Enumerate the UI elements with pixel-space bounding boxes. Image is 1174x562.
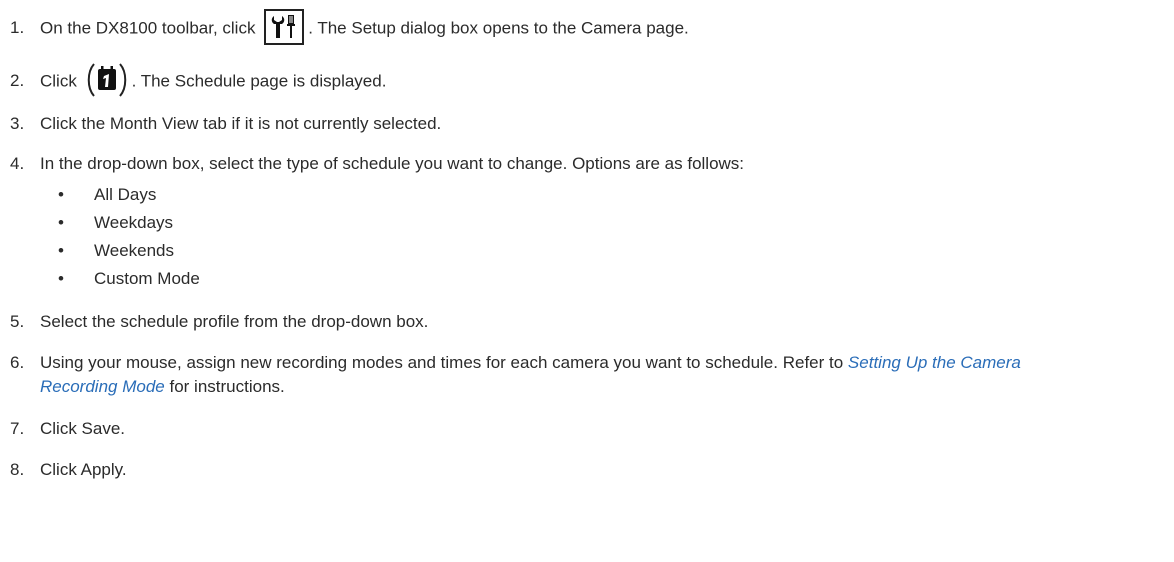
step-number: 4. <box>10 154 25 173</box>
bullet-icon: • <box>58 241 64 260</box>
step-number: 3. <box>10 114 25 133</box>
step-text: Click <box>40 71 77 91</box>
step-number: 2. <box>10 71 25 91</box>
cross-reference-link[interactable]: Recording Mode <box>40 377 165 396</box>
setup-tools-icon[interactable] <box>264 9 305 45</box>
step-3: 3. Click the Month View tab if it is not … <box>10 113 441 135</box>
option-label: Weekdays <box>94 213 174 232</box>
step-number: 6. <box>10 353 25 372</box>
step-text: Select the schedule profile from the dro… <box>40 312 429 331</box>
step-text: In the drop-down box, select the type of… <box>40 154 745 173</box>
step-5: 5. Select the schedule profile from the d… <box>10 311 428 333</box>
step-6: 6. Using your mouse, assign new recording… <box>10 352 1021 374</box>
document-page: 1. On the DX8100 toolbar, click . The Set… <box>0 0 1174 562</box>
step-7: 7. Click Save. <box>10 418 125 440</box>
step-text: . The Schedule page is displayed. <box>131 71 387 91</box>
step-2: 2. Click . The Schedule page is displayed… <box>10 62 387 100</box>
step-text: Click Save. <box>40 419 126 438</box>
list-item: • Weekends <box>58 240 174 262</box>
cross-reference-link[interactable]: Setting Up the Camera <box>848 353 1021 372</box>
option-label: Custom Mode <box>94 269 200 288</box>
step-8: 8. Click Apply. <box>10 459 127 481</box>
step-text: . The Setup dialog box opens to the Came… <box>308 18 689 38</box>
step-6-continuation: Recording Mode for instructions. <box>40 376 285 398</box>
step-1: 1. On the DX8100 toolbar, click . The Set… <box>10 9 689 47</box>
bullet-icon: • <box>58 269 64 288</box>
step-text: for instructions. <box>169 377 285 396</box>
option-label: All Days <box>94 185 157 204</box>
list-item: • Custom Mode <box>58 268 200 290</box>
schedule-calendar-icon[interactable] <box>86 62 128 98</box>
step-text: Click Apply. <box>40 460 127 479</box>
bullet-icon: • <box>58 185 64 204</box>
step-4: 4. In the drop-down box, select the type … <box>10 153 744 175</box>
step-number: 8. <box>10 460 25 479</box>
list-item: • All Days <box>58 184 156 206</box>
step-number: 5. <box>10 312 25 331</box>
step-text: Click the Month View tab if it is not cu… <box>40 114 442 133</box>
step-text: On the DX8100 toolbar, click <box>40 18 256 38</box>
step-number: 1. <box>10 18 25 38</box>
bullet-icon: • <box>58 213 64 232</box>
step-number: 7. <box>10 419 25 438</box>
option-label: Weekends <box>94 241 175 260</box>
list-item: • Weekdays <box>58 212 173 234</box>
step-text: Using your mouse, assign new recording m… <box>40 353 844 372</box>
